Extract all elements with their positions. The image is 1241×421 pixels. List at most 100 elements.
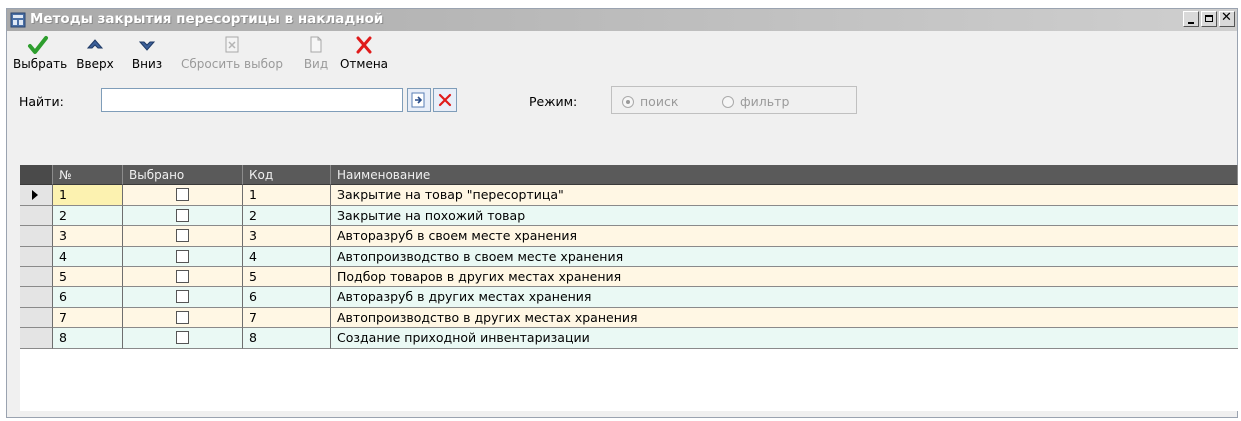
cell-code[interactable]: 3 bbox=[243, 226, 331, 247]
clear-x-icon bbox=[438, 93, 452, 107]
cell-code[interactable]: 8 bbox=[243, 328, 331, 349]
clear-search-button[interactable] bbox=[433, 88, 457, 112]
row-selector[interactable] bbox=[20, 226, 53, 247]
row-selector[interactable] bbox=[20, 185, 53, 206]
cell-code[interactable]: 4 bbox=[243, 246, 331, 267]
window-title: Методы закрытия пересортицы в накладной bbox=[30, 11, 384, 27]
move-down-label: Вниз bbox=[131, 57, 163, 71]
cell-code[interactable]: 6 bbox=[243, 287, 331, 308]
cell-number[interactable]: 5 bbox=[53, 267, 123, 288]
table-header: № Выбрано Код Наименование bbox=[20, 165, 1238, 186]
app-icon bbox=[10, 12, 26, 28]
row-selector[interactable] bbox=[20, 267, 53, 288]
cell-name[interactable]: Создание приходной инвентаризации bbox=[331, 328, 1238, 349]
reset-selection-button[interactable]: Сбросить выбор bbox=[173, 35, 291, 75]
row-checkbox[interactable] bbox=[176, 310, 189, 324]
move-up-button[interactable]: Вверх bbox=[73, 35, 117, 75]
cell-selected bbox=[123, 185, 243, 206]
column-header-code[interactable]: Код bbox=[243, 165, 331, 186]
row-checkbox[interactable] bbox=[176, 188, 189, 202]
maximize-button[interactable] bbox=[1201, 11, 1217, 27]
cancel-label: Отмена bbox=[339, 57, 389, 71]
view-label: Вид bbox=[303, 57, 329, 71]
row-selector[interactable] bbox=[20, 287, 53, 308]
move-down-button[interactable]: Вниз bbox=[127, 35, 167, 75]
cell-name[interactable]: Подбор товаров в других местах хранения bbox=[331, 267, 1238, 288]
column-header-name[interactable]: Наименование bbox=[331, 165, 1238, 186]
cell-code[interactable]: 2 bbox=[243, 205, 331, 227]
cell-number[interactable]: 8 bbox=[53, 328, 123, 349]
cell-selected bbox=[123, 246, 243, 267]
cell-code[interactable]: 1 bbox=[243, 185, 331, 206]
cell-number[interactable]: 3 bbox=[53, 226, 123, 247]
table-row[interactable]: 1 1 Закрытие на товар "пересортица" bbox=[20, 185, 1238, 206]
reset-selection-label: Сбросить выбор bbox=[181, 57, 283, 71]
table-row[interactable]: 8 8 Создание приходной инвентаризации bbox=[20, 328, 1238, 349]
mode-search-radio[interactable]: поиск bbox=[622, 94, 678, 109]
find-label: Найти: bbox=[19, 94, 64, 109]
row-header-corner bbox=[20, 165, 53, 186]
row-checkbox[interactable] bbox=[176, 249, 189, 263]
cell-name[interactable]: Закрытие на товар "пересортица" bbox=[331, 185, 1238, 206]
search-panel: Найти: Режим: поиск фильтр bbox=[7, 85, 1237, 117]
mode-group: поиск фильтр bbox=[611, 86, 857, 114]
row-checkbox[interactable] bbox=[176, 208, 189, 222]
row-checkbox[interactable] bbox=[176, 290, 189, 304]
arrow-down-icon bbox=[138, 41, 156, 51]
column-header-number[interactable]: № bbox=[53, 165, 123, 186]
row-checkbox[interactable] bbox=[176, 270, 189, 283]
search-input[interactable] bbox=[101, 88, 403, 112]
select-label: Выбрать bbox=[13, 57, 68, 71]
cancel-button[interactable]: Отмена bbox=[339, 35, 389, 75]
checkmark-icon bbox=[28, 36, 48, 54]
row-checkbox[interactable] bbox=[176, 331, 189, 345]
column-header-selected[interactable]: Выбрано bbox=[123, 165, 243, 186]
title-bar[interactable]: Методы закрытия пересортицы в накладной … bbox=[7, 9, 1237, 31]
row-selector[interactable] bbox=[20, 328, 53, 349]
close-button[interactable]: ✕ bbox=[1219, 10, 1235, 27]
table-row[interactable]: 2 2 Закрытие на похожий товар bbox=[20, 205, 1238, 227]
cell-selected bbox=[123, 267, 243, 288]
select-button[interactable]: Выбрать bbox=[13, 35, 68, 75]
cell-selected bbox=[123, 205, 243, 227]
mode-filter-radio[interactable]: фильтр bbox=[722, 94, 789, 109]
row-selector[interactable] bbox=[20, 205, 53, 227]
cancel-x-icon bbox=[356, 36, 372, 54]
table-row[interactable]: 7 7 Автопроизводство в других местах хране… bbox=[20, 307, 1238, 329]
table-row[interactable]: 4 4 Автопроизводство в своем месте хранени… bbox=[20, 246, 1238, 267]
cell-name[interactable]: Автопроизводство в других местах хранени… bbox=[331, 307, 1238, 329]
cell-code[interactable]: 7 bbox=[243, 307, 331, 329]
radio-unselected-icon bbox=[722, 95, 734, 108]
arrow-up-icon bbox=[86, 39, 104, 49]
radio-selected-icon bbox=[622, 95, 634, 108]
cell-name[interactable]: Авторазруб в своем месте хранения bbox=[331, 226, 1238, 247]
cell-number[interactable]: 1 bbox=[53, 185, 123, 206]
cell-number[interactable]: 6 bbox=[53, 287, 123, 308]
mode-label: Режим: bbox=[529, 94, 578, 109]
mode-search-label: поиск bbox=[640, 94, 679, 109]
search-go-button[interactable] bbox=[407, 88, 431, 112]
cell-selected bbox=[123, 328, 243, 349]
mode-filter-label: фильтр bbox=[740, 94, 790, 109]
minimize-button[interactable] bbox=[1183, 11, 1199, 27]
row-selector[interactable] bbox=[20, 246, 53, 267]
row-checkbox[interactable] bbox=[176, 229, 189, 243]
move-up-label: Вверх bbox=[76, 57, 114, 71]
methods-table: № Выбрано Код Наименование 1 1 Закрытие на… bbox=[20, 165, 1238, 411]
cell-name[interactable]: Закрытие на похожий товар bbox=[331, 205, 1238, 227]
view-button[interactable]: Вид bbox=[299, 35, 333, 75]
cell-selected bbox=[123, 226, 243, 247]
cell-selected bbox=[123, 307, 243, 329]
table-row[interactable]: 5 5 Подбор товаров в других местах хранени… bbox=[20, 267, 1238, 288]
cell-number[interactable]: 4 bbox=[53, 246, 123, 267]
cell-name[interactable]: Авторазруб в других местах хранения bbox=[331, 287, 1238, 308]
table-row[interactable]: 3 3 Авторазруб в своем месте хранения bbox=[20, 226, 1238, 247]
table-row[interactable]: 6 6 Авторазруб в других местах хранения bbox=[20, 287, 1238, 308]
cell-number[interactable]: 7 bbox=[53, 307, 123, 329]
cell-code[interactable]: 5 bbox=[243, 267, 331, 288]
search-go-icon bbox=[411, 92, 425, 108]
cell-number[interactable]: 2 bbox=[53, 205, 123, 227]
row-selector[interactable] bbox=[20, 307, 53, 329]
cell-name[interactable]: Автопроизводство в своем месте хранения bbox=[331, 246, 1238, 267]
toolbar: Выбрать Вверх Вниз Сбросить выбор Вид От… bbox=[7, 31, 1237, 77]
